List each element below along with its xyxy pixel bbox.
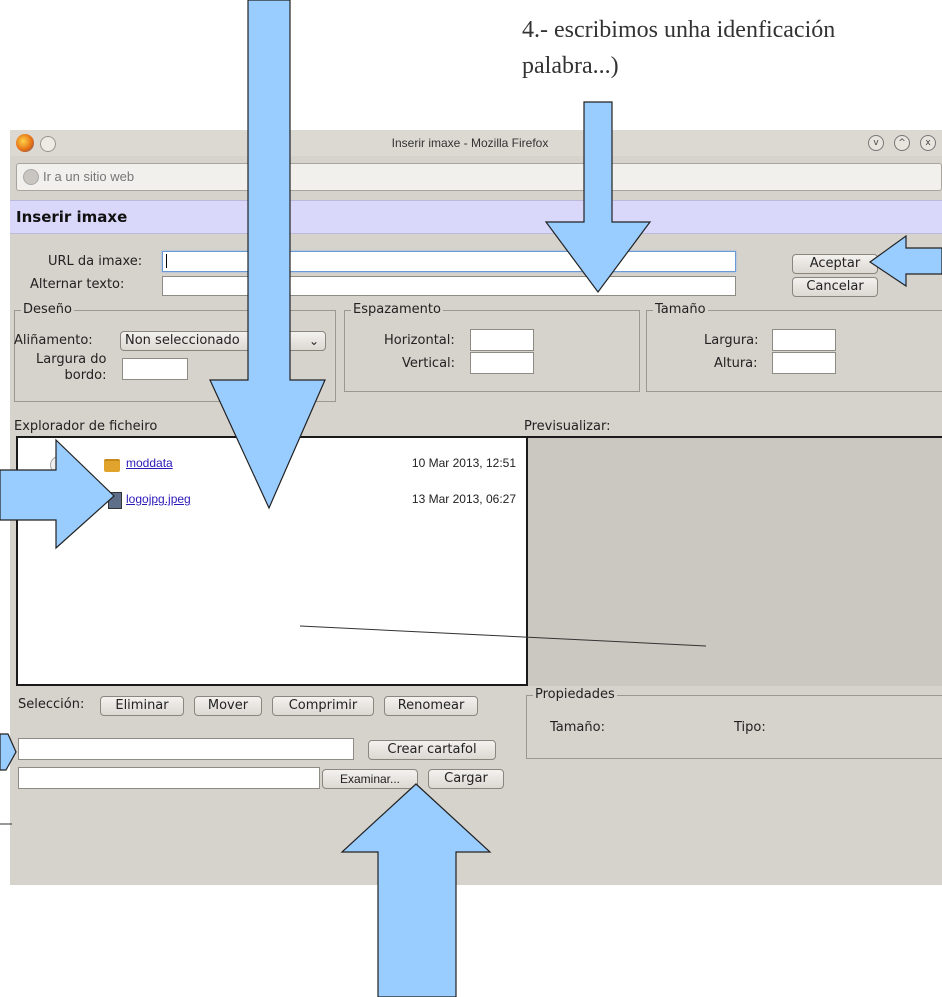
title-bar: Inserir imaxe - Mozilla Firefox v ^ x [10,130,942,156]
alt-text-input[interactable] [162,276,736,296]
border-width-label: Largura do bordo: [36,352,106,384]
cancel-button[interactable]: Cancelar [792,277,878,297]
horizontal-input[interactable] [470,329,534,351]
compress-button[interactable]: Comprimir [272,696,374,716]
vertical-label: Vertical: [402,356,456,371]
border-width-input[interactable] [122,358,188,380]
width-label: Largura: [704,333,759,348]
file-browser: moddata 10 Mar 2013, 12:51 logojpg.jpeg … [16,436,528,686]
border-width-label-line-1: Largura do [36,352,107,367]
move-button[interactable]: Mover [194,696,262,716]
folder-icon [104,459,120,472]
parent-folder-button[interactable] [50,456,68,474]
selection-label: Selección: [18,697,85,712]
file-date: 10 Mar 2013, 12:51 [411,456,516,470]
alignment-select[interactable]: Non seleccionado ⌄ [120,331,326,351]
maximize-icon[interactable]: ^ [894,135,910,151]
properties-size-label: Tamaño: [550,720,605,735]
file-row[interactable]: logojpg.jpeg 13 Mar 2013, 06:27 [18,490,526,512]
accept-button[interactable]: Aceptar [792,254,878,274]
close-icon[interactable]: x [920,135,936,151]
dialog-title: Inserir imaxe [16,208,128,226]
border-width-label-line-2: bordo: [64,368,107,383]
browse-button[interactable]: Examinar... [322,769,418,789]
image-url-label: URL da imaxe: [48,254,143,269]
preview-label: Previsualizar: [524,419,611,434]
vertical-input[interactable] [470,352,534,374]
globe-icon [23,169,39,185]
instruction-line-2: palabra...) [522,53,619,79]
chevron-down-icon: ⌄ [308,334,319,348]
firefox-window: Inserir imaxe - Mozilla Firefox v ^ x Ir… [10,130,942,885]
image-preview [528,436,942,686]
alignment-label: Aliñamento: [14,333,93,348]
height-label: Altura: [714,356,758,371]
text-caret [166,254,167,268]
properties-type-label: Tipo: [734,720,766,735]
window-title: Inserir imaxe - Mozilla Firefox [391,136,549,150]
file-date: 13 Mar 2013, 06:27 [411,492,516,506]
new-folder-input[interactable] [18,738,354,760]
properties-legend: Propiedades [533,687,617,702]
horizontal-label: Horizontal: [384,333,455,348]
image-url-input[interactable] [162,251,736,272]
rename-button[interactable]: Renomear [384,696,478,716]
minimize-icon[interactable]: v [868,135,884,151]
address-placeholder: Ir a un sitio web [43,169,135,184]
width-input[interactable] [772,329,836,351]
design-legend: Deseño [21,302,74,317]
upload-button[interactable]: Cargar [428,769,504,789]
instruction-line-1: 4.- escribimos unha idenficación [522,17,836,43]
alignment-value: Non seleccionado [125,333,240,348]
dialog-header: Inserir imaxe [10,200,942,234]
file-explorer-label: Explorador de ficheiro [14,419,158,434]
size-legend: Tamaño [653,302,708,317]
create-folder-button[interactable]: Crear cartafol [368,740,496,760]
spacing-fieldset: Espazamento [344,302,640,392]
file-link[interactable]: logojpg.jpeg [126,492,191,506]
address-bar[interactable]: Ir a un sitio web [16,163,942,191]
size-fieldset: Tamaño [646,302,942,392]
file-row[interactable]: moddata 10 Mar 2013, 12:51 [18,454,526,476]
upload-file-input[interactable] [18,767,320,789]
image-file-icon [108,492,122,509]
folder-link[interactable]: moddata [126,456,173,470]
spacing-legend: Espazamento [351,302,443,317]
instruction-text: 4.- escribimos unha idenficación palabra… [522,12,835,84]
alt-text-label: Alternar texto: [30,277,125,292]
delete-button[interactable]: Eliminar [100,696,184,716]
height-input[interactable] [772,352,836,374]
